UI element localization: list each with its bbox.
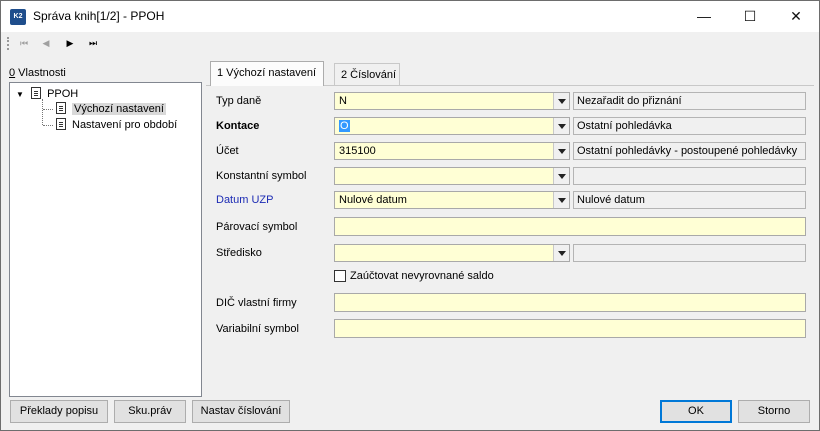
ucet-combo[interactable]: 315100 (334, 142, 570, 160)
typ-dane-label: Typ daně (216, 95, 262, 107)
dic-label: DIČ vlastní firmy (216, 297, 297, 309)
zauctovat-checkbox[interactable] (334, 270, 346, 282)
previous-record-button[interactable]: ◀ (37, 35, 55, 52)
chevron-down-icon[interactable] (553, 118, 569, 134)
ok-button[interactable]: OK (660, 400, 732, 423)
tab-label: 2 Číslování (341, 69, 397, 81)
last-record-button[interactable]: ⏭ (84, 35, 102, 52)
ucet-description: Ostatní pohledávky - postoupené pohledáv… (573, 142, 806, 160)
stredisko-label: Středisko (216, 247, 262, 259)
kontace-value-wrap: O (339, 118, 350, 134)
parovaci-symbol-label: Párovací symbol (216, 221, 298, 233)
tab-label: 1 Výchozí nastavení (217, 67, 317, 79)
close-button[interactable]: ✕ (773, 1, 819, 32)
properties-tree[interactable]: ▼ PPOH Výchozí nastavení Nastavení pro o… (9, 82, 202, 397)
tree-item-label: Výchozí nastavení (72, 103, 166, 115)
datum-uzp-description: Nulové datum (573, 191, 806, 209)
tree-line (43, 125, 53, 126)
konstantni-symbol-combo[interactable] (334, 167, 570, 185)
dialog-window: K2 Správa knih[1/2] - PPOH — ☐ ✕ ⏮ ◀ ▶ ⏭… (0, 0, 820, 431)
kontace-value: O (339, 120, 350, 132)
next-icon: ▶ (66, 38, 74, 48)
stredisko-combo[interactable] (334, 244, 570, 262)
collapse-icon[interactable]: ▼ (16, 87, 28, 103)
konstantni-symbol-label: Konstantní symbol (216, 170, 307, 182)
tab-vychozi-nastaveni[interactable]: 1 Výchozí nastavení (210, 61, 324, 86)
previous-icon: ◀ (42, 38, 50, 48)
storno-button[interactable]: Storno (738, 400, 810, 423)
chevron-down-icon[interactable] (553, 93, 569, 109)
first-icon: ⏮ (19, 38, 29, 48)
chevron-down-icon[interactable] (553, 245, 569, 261)
tree-line (42, 99, 43, 125)
preklady-popisu-button[interactable]: Překlady popisu (10, 400, 108, 423)
maximize-icon: ☐ (743, 8, 757, 24)
typ-dane-value: N (339, 95, 347, 107)
stredisko-description (573, 244, 806, 262)
datum-uzp-value: Nulové datum (339, 194, 407, 206)
app-icon: K2 (10, 9, 26, 25)
variabilni-symbol-input[interactable] (334, 319, 806, 338)
sku-prav-button[interactable]: Sku.práv (114, 400, 186, 423)
minimize-icon: — (697, 8, 711, 24)
ucet-value: 315100 (339, 145, 376, 157)
kontace-combo[interactable]: O (334, 117, 570, 135)
chevron-down-icon[interactable] (553, 168, 569, 184)
kontace-description: Ostatní pohledávka (573, 117, 806, 135)
dic-input[interactable] (334, 293, 806, 312)
zauctovat-label[interactable]: Zaúčtovat nevyrovnané saldo (350, 268, 494, 284)
window-title: Správa knih[1/2] - PPOH (33, 9, 165, 23)
datum-uzp-label[interactable]: Datum UZP (216, 191, 273, 209)
tree-item-nastaveni-pro-obdobi[interactable]: Nastavení pro období (56, 117, 177, 133)
close-icon: ✕ (790, 8, 802, 24)
properties-label: 0 Vlastnosti (9, 67, 66, 79)
tab-cislovani[interactable]: 2 Číslování (334, 63, 400, 85)
konstantni-symbol-description (573, 167, 806, 185)
next-record-button[interactable]: ▶ (61, 35, 79, 52)
kontace-label: Kontace (216, 120, 260, 132)
tree-line (43, 109, 53, 110)
navigation-toolbar: ⏮ ◀ ▶ ⏭ (1, 32, 819, 54)
tree-root[interactable]: ▼ PPOH (16, 86, 78, 102)
last-icon: ⏭ (88, 38, 98, 48)
datum-uzp-combo[interactable]: Nulové datum (334, 191, 570, 209)
tree-root-label: PPOH (47, 88, 79, 100)
document-icon (31, 87, 42, 99)
parovaci-symbol-input[interactable] (334, 217, 806, 236)
first-record-button[interactable]: ⏮ (15, 35, 33, 52)
maximize-button[interactable]: ☐ (727, 1, 773, 32)
document-icon (56, 118, 66, 130)
tree-item-label: Nastavení pro období (72, 119, 178, 131)
nastav-cislovani-button[interactable]: Nastav číslování (192, 400, 290, 423)
ucet-label: Účet (216, 145, 239, 157)
minimize-button[interactable]: — (681, 1, 727, 32)
chevron-down-icon[interactable] (553, 143, 569, 159)
variabilni-symbol-label: Variabilní symbol (216, 323, 299, 335)
tree-item-vychozi-nastaveni[interactable]: Výchozí nastavení (56, 101, 166, 117)
typ-dane-description: Nezařadit do přiznání (573, 92, 806, 110)
title-bar[interactable]: K2 Správa knih[1/2] - PPOH — ☐ ✕ (1, 1, 819, 32)
typ-dane-combo[interactable]: N (334, 92, 570, 110)
chevron-down-icon[interactable] (553, 192, 569, 208)
document-icon (56, 102, 66, 114)
toolbar-grip[interactable] (7, 37, 9, 50)
